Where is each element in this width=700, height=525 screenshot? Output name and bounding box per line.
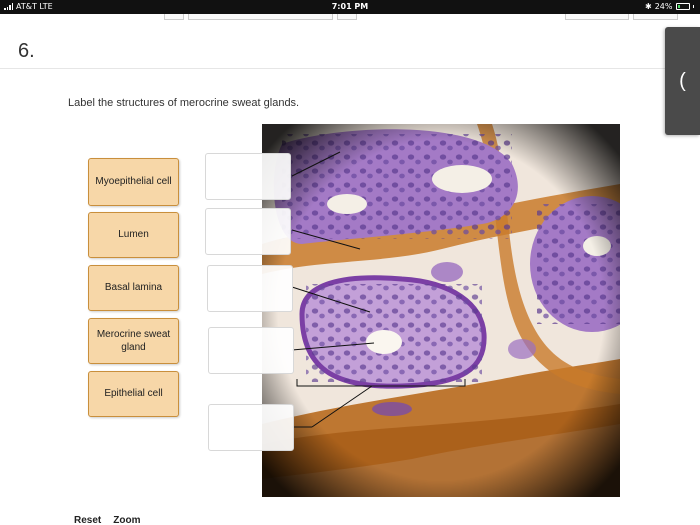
bottom-controls: Reset Zoom [74,515,140,525]
toolbar-tab[interactable] [633,14,678,20]
top-toolbar [0,14,700,34]
zoom-button[interactable]: Zoom [113,515,140,525]
toolbar-tab[interactable] [188,14,333,20]
question-prompt: Label the structures of merocrine sweat … [68,97,300,109]
micrograph-svg [262,124,620,497]
battery-percent: 24% [654,2,673,11]
battery-icon [675,3,690,10]
label-tile-merocrine-sweat-gland[interactable]: Merocrine sweat gland [88,318,179,364]
status-bar: AT&T LTE 7:01 PM ✱ 24% [0,0,700,14]
header-divider [0,68,665,69]
status-right: ✱ 24% [645,2,694,11]
toolbar-tab[interactable] [164,14,184,20]
battery-fill [677,5,680,8]
micrograph-image [262,124,620,497]
label-tile-myoepithelial-cell[interactable]: Myoepithelial cell [88,158,179,206]
side-tab-chevron-icon: ( [679,69,686,92]
drop-target-2[interactable] [205,208,291,255]
drop-target-3[interactable] [207,265,293,312]
drop-target-4[interactable] [208,327,294,374]
toolbar-tab[interactable] [337,14,357,20]
battery-tip-icon [692,5,694,8]
side-drawer-tab[interactable]: ( [665,27,700,135]
drop-target-5[interactable] [208,404,294,451]
bluetooth-icon: ✱ [645,2,652,11]
reset-button[interactable]: Reset [74,515,101,525]
label-tile-basal-lamina[interactable]: Basal lamina [88,265,179,311]
label-tile-epithelial-cell[interactable]: Epithelial cell [88,371,179,417]
drop-target-1[interactable] [205,153,291,200]
status-time: 7:01 PM [331,2,369,11]
question-number: 6. [18,40,35,62]
label-tile-lumen[interactable]: Lumen [88,212,179,258]
toolbar-tab[interactable] [565,14,629,20]
